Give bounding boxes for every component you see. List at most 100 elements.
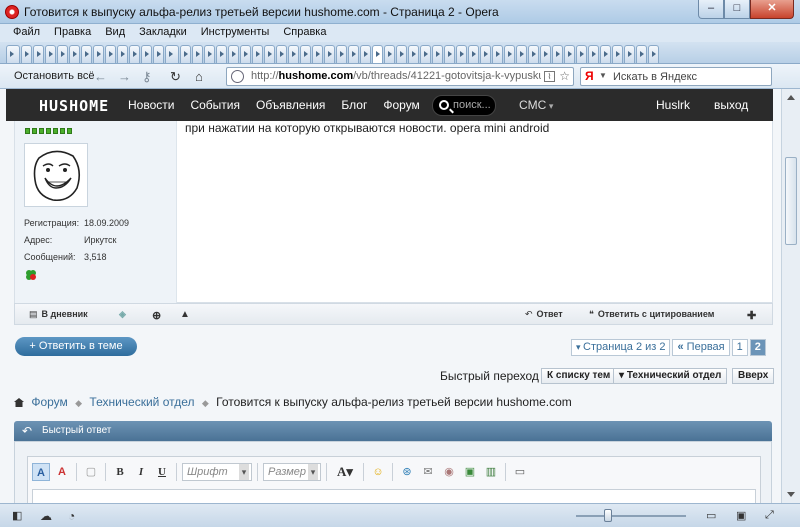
menu-tools[interactable]: Инструменты <box>194 24 277 42</box>
font-style-icon[interactable]: A <box>32 463 50 481</box>
browser-tab[interactable] <box>312 45 323 63</box>
forward-arrow-icon[interactable]: → <box>118 69 131 84</box>
browser-tab[interactable] <box>456 45 467 63</box>
browser-tab[interactable] <box>492 45 503 63</box>
page-of-dropdown[interactable]: Страница 2 из 2 <box>571 339 671 356</box>
browser-tab[interactable] <box>564 45 575 63</box>
cms-menu[interactable]: CMC <box>519 98 553 112</box>
scroll-up-icon[interactable] <box>787 95 795 100</box>
reply-button[interactable]: ↶ Ответ <box>525 309 563 320</box>
quote-reply-button[interactable]: ❝ Ответить с цитированием <box>589 309 714 320</box>
browser-tab[interactable] <box>81 45 92 63</box>
browser-tab[interactable] <box>540 45 551 63</box>
fullscreen-icon[interactable]: ⤢ <box>765 509 774 522</box>
browser-tab[interactable] <box>600 45 611 63</box>
scroll-down-icon[interactable] <box>787 492 795 497</box>
font-select[interactable]: Шрифт <box>182 463 252 481</box>
home-icon[interactable]: ⌂ <box>195 69 203 84</box>
menu-file[interactable]: Файл <box>6 24 47 42</box>
back-arrow-icon[interactable]: ← <box>94 69 107 84</box>
browser-tab[interactable] <box>276 45 287 63</box>
diary-button[interactable]: ▤ В дневник <box>29 309 88 320</box>
site-logo[interactable]: HUSHOME <box>39 97 109 115</box>
browser-tab[interactable] <box>252 45 263 63</box>
browser-tab[interactable] <box>93 45 104 63</box>
browser-tab[interactable] <box>408 45 419 63</box>
browser-tab[interactable] <box>216 45 227 63</box>
nav-ads[interactable]: Объявления <box>248 89 333 121</box>
chevron-down-icon[interactable]: ▼ <box>599 71 607 80</box>
video-icon[interactable]: ▥ <box>482 463 500 481</box>
key-icon[interactable]: ⚷ <box>142 69 152 85</box>
browser-tab[interactable] <box>129 45 140 63</box>
menu-view[interactable]: Вид <box>98 24 132 42</box>
browser-tab[interactable] <box>240 45 251 63</box>
browser-tab[interactable] <box>372 45 383 63</box>
browser-tab[interactable] <box>204 45 215 63</box>
menu-edit[interactable]: Правка <box>47 24 98 42</box>
browser-tab[interactable] <box>552 45 563 63</box>
browser-tab[interactable] <box>6 45 20 63</box>
minimize-button[interactable]: – <box>698 0 724 19</box>
speed-dial-icon[interactable]: ◔ <box>68 509 75 523</box>
browser-tab[interactable] <box>21 45 32 63</box>
window-title-bar[interactable]: Готовится к выпуску альфа-релиз третьей … <box>0 0 800 24</box>
browser-tab[interactable] <box>324 45 335 63</box>
browser-tab[interactable] <box>57 45 68 63</box>
image-toggle-icon[interactable]: ▣ <box>736 509 746 522</box>
browser-tab[interactable] <box>504 45 515 63</box>
italic-button[interactable]: I <box>132 463 150 481</box>
multi-quote-icon[interactable]: ✚ <box>747 309 756 322</box>
image-icon[interactable]: ▣ <box>461 463 479 481</box>
remove-format-icon[interactable]: A <box>53 463 71 481</box>
rss-icon[interactable]: ⌇ <box>544 71 555 82</box>
page-link-1[interactable]: 1 <box>731 339 748 356</box>
logout-link[interactable]: выход <box>714 98 748 112</box>
email-icon[interactable]: ✉ <box>419 463 437 481</box>
size-select[interactable]: Размер <box>263 463 321 481</box>
browser-tab[interactable] <box>117 45 128 63</box>
breadcrumb-section[interactable]: Технический отдел <box>89 395 194 409</box>
reply-to-thread-button[interactable]: + Ответить в теме <box>15 337 137 356</box>
panel-toggle-icon[interactable]: ◧ <box>12 509 22 522</box>
cloud-icon[interactable]: ☁ <box>40 509 52 523</box>
browser-tab[interactable] <box>33 45 44 63</box>
browser-tab[interactable] <box>141 45 152 63</box>
nav-forum[interactable]: Форум <box>375 89 427 121</box>
quick-reply-header[interactable]: ↶ Быстрый ответ <box>14 421 772 441</box>
to-thread-list-button[interactable]: К списку тем <box>541 368 617 384</box>
nav-events[interactable]: События <box>182 89 248 121</box>
browser-tab[interactable] <box>264 45 275 63</box>
menu-bookmarks[interactable]: Закладки <box>132 24 194 42</box>
browser-tab[interactable] <box>348 45 359 63</box>
bold-button[interactable]: B <box>111 463 129 481</box>
browser-tab[interactable] <box>396 45 407 63</box>
browser-tab[interactable] <box>360 45 371 63</box>
nav-news[interactable]: Новости <box>120 89 182 121</box>
zoom-slider-knob[interactable] <box>604 509 612 522</box>
section-select[interactable]: ▾ Технический отдел <box>613 368 728 384</box>
browser-tab[interactable] <box>384 45 395 63</box>
font-color-button[interactable]: A▾ <box>332 463 358 481</box>
globe-icon[interactable]: ⊕ <box>152 309 161 322</box>
browser-tab[interactable] <box>588 45 599 63</box>
browser-tab[interactable] <box>612 45 623 63</box>
browser-tab[interactable] <box>69 45 80 63</box>
browser-tab[interactable] <box>165 45 179 63</box>
browser-tab[interactable] <box>288 45 299 63</box>
breadcrumb-forum[interactable]: Форум <box>31 395 67 409</box>
browser-tab[interactable] <box>516 45 527 63</box>
browser-tab[interactable] <box>228 45 239 63</box>
smiley-icon[interactable]: ☺ <box>369 463 387 481</box>
maximize-button[interactable]: □ <box>724 0 750 19</box>
tag-icon[interactable]: ◈ <box>119 309 126 320</box>
close-button[interactable]: ✕ <box>750 0 794 19</box>
browser-tab[interactable] <box>192 45 203 63</box>
menu-help[interactable]: Справка <box>276 24 333 42</box>
home-icon[interactable] <box>14 398 24 407</box>
browser-tab[interactable] <box>432 45 443 63</box>
browser-tab[interactable] <box>444 45 455 63</box>
browser-tab[interactable] <box>153 45 164 63</box>
browser-tab[interactable] <box>528 45 539 63</box>
avatar[interactable] <box>24 143 88 207</box>
